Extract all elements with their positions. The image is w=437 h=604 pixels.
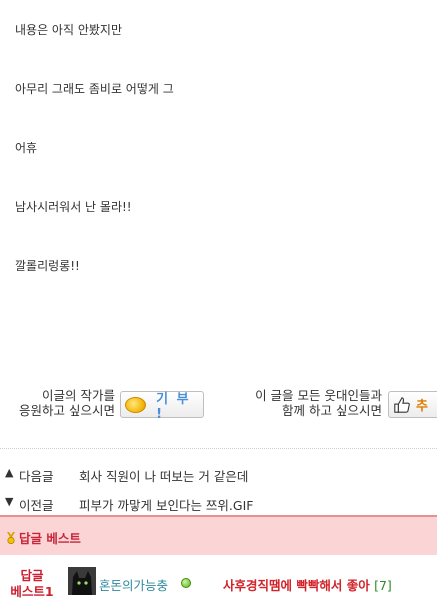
support-share-line2: 함께 하고 싶으시면: [282, 403, 382, 418]
best-rank-label: 답글 베스트1: [6, 568, 58, 600]
up-arrow-icon: ▲: [5, 466, 14, 479]
post-line: 아무리 그래도 좀비로 어떻게 그: [15, 82, 174, 96]
best-comment-count: [7]: [374, 578, 392, 593]
support-share-text: 이 글을 모든 웃대인들과 함께 하고 싶으시면: [236, 388, 382, 418]
medal-icon: [7, 531, 15, 544]
recommend-button[interactable]: 추: [388, 391, 437, 418]
donate-label: 기 부 !: [156, 391, 191, 422]
coin-icon: [125, 396, 147, 413]
support-author-line2: 응원하고 싶으시면: [19, 403, 115, 418]
post-line: 깔롤리렁롱!!: [15, 259, 80, 273]
divider: [0, 448, 437, 449]
best-rank-line2: 베스트1: [10, 584, 54, 599]
next-post-title[interactable]: 회사 직원이 나 떠보는 거 같은데: [79, 466, 248, 485]
support-author-text: 이글의 작가를 응원하고 싶으시면: [0, 388, 115, 418]
post-line: 어휴: [15, 141, 38, 155]
post-line: 남사시러워서 난 몰라!!: [15, 200, 132, 214]
support-share-line1: 이 글을 모든 웃대인들과: [255, 388, 382, 403]
best-comment-author[interactable]: 혼돈의가능충: [99, 575, 168, 594]
best-section-label: 답글 베스트: [19, 531, 81, 546]
avatar[interactable]: [68, 567, 96, 595]
down-arrow-icon: ▼: [5, 495, 14, 508]
donate-button[interactable]: 기 부 !: [120, 391, 204, 422]
online-status-icon: [181, 578, 191, 588]
post-line: 내용은 아직 안봤지만: [15, 23, 122, 37]
prev-post-title[interactable]: 피부가 까맣게 보인다는 쯔위.GIF: [79, 495, 253, 514]
prev-post-label: 이전글: [19, 498, 54, 513]
best-section-title: 답글 베스트: [6, 528, 81, 547]
prev-post-link[interactable]: ▼ 이전글 피부가 까맣게 보인다는 쯔위.GIF: [5, 495, 253, 514]
cat-avatar-icon: [68, 567, 96, 595]
best-comment-content: 사후경직땜에 빡빡해서 좋아: [223, 578, 370, 593]
support-author-line1: 이글의 작가를: [42, 388, 115, 403]
best-comment-text[interactable]: 사후경직땜에 빡빡해서 좋아 [7]: [223, 575, 392, 594]
next-post-link[interactable]: ▲ 다음글 회사 직원이 나 떠보는 거 같은데: [5, 466, 248, 485]
thumbs-up-icon: [394, 396, 410, 413]
next-post-label: 다음글: [19, 469, 54, 484]
recommend-label: 추: [416, 399, 428, 414]
best-rank-line1: 답글: [20, 568, 44, 583]
